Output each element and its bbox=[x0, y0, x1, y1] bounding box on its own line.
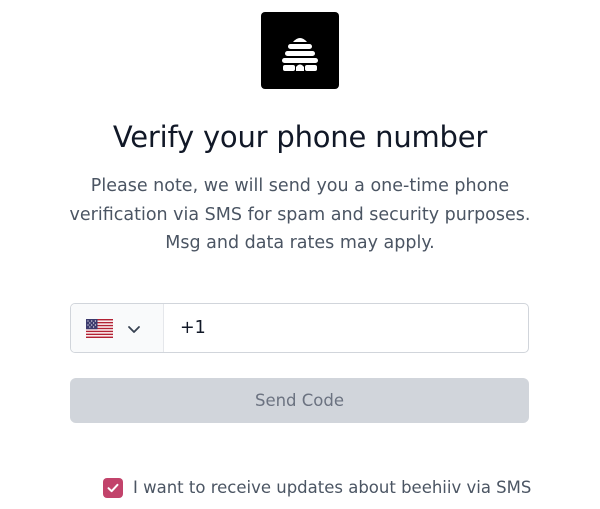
us-flag-icon bbox=[86, 319, 113, 338]
verification-note-line: verification via SMS for spam and securi… bbox=[69, 204, 531, 225]
checkmark-icon bbox=[107, 483, 119, 493]
page-title: Verify your phone number bbox=[112, 120, 488, 154]
beehiiv-logo bbox=[261, 12, 339, 89]
chevron-down-icon bbox=[128, 326, 140, 333]
send-code-button[interactable]: Send Code bbox=[70, 378, 529, 423]
country-code-select[interactable] bbox=[71, 304, 164, 352]
phone-number-input[interactable] bbox=[164, 304, 528, 352]
sms-updates-checkbox[interactable] bbox=[103, 478, 123, 498]
verify-phone-page: Verify your phone number Please note, we… bbox=[0, 0, 600, 509]
verification-note-line: Msg and data rates may apply. bbox=[165, 233, 435, 253]
verification-note-line: Please note, we will send you a one-time… bbox=[90, 176, 510, 196]
phone-field bbox=[70, 303, 529, 353]
sms-consent-label: I want to receive updates about beehiiv … bbox=[133, 478, 532, 497]
sms-consent: I want to receive updates about beehiiv … bbox=[0, 477, 600, 499]
verification-note: Please note, we will send you a one-time… bbox=[60, 172, 540, 258]
beehive-icon bbox=[282, 38, 318, 71]
